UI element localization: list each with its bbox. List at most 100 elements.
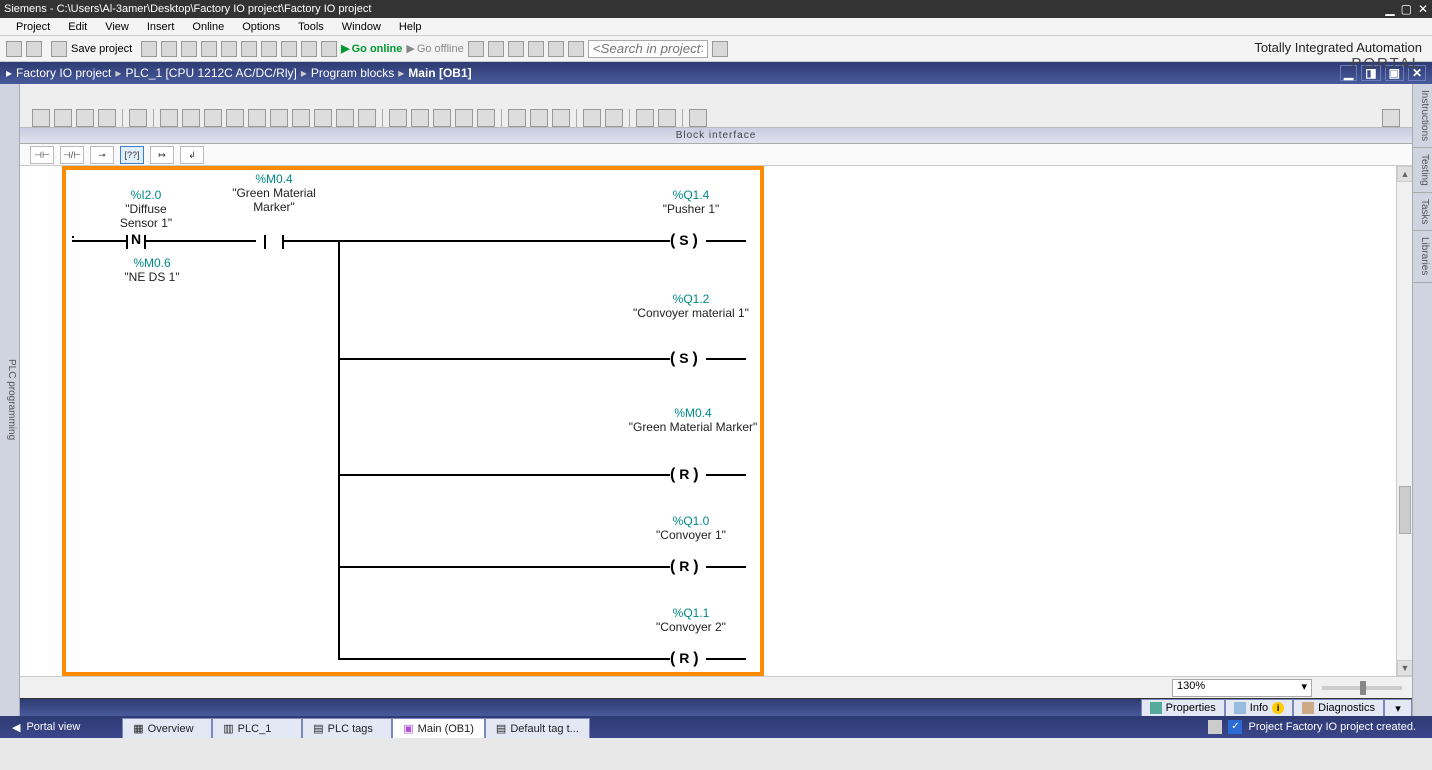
cross-icon[interactable] [528,41,544,57]
menu-options[interactable]: Options [234,18,288,35]
pt-icon[interactable] [32,109,50,127]
ladder-contact-no-icon[interactable]: ⊣⊢ [30,146,54,164]
go-offline-button[interactable]: ▶ Go offline [406,42,463,55]
crumb-collapse-icon[interactable]: ▸ [6,66,12,80]
ladder-contact-nc-icon[interactable]: ⊣/⊢ [60,146,84,164]
tab-collapse-button[interactable]: ▾ [1384,699,1412,716]
pt-icon[interactable] [358,109,376,127]
pt-icon[interactable] [689,109,707,127]
crumb-project[interactable]: Factory IO project [16,66,111,80]
bottom-tab-main[interactable]: ▣Main (OB1) [392,718,485,738]
menu-project[interactable]: Project [8,18,58,35]
zoom-slider[interactable] [1322,686,1402,690]
pt-icon[interactable] [389,109,407,127]
menu-view[interactable]: View [97,18,137,35]
pt-icon[interactable] [129,109,147,127]
ladder-canvas[interactable]: %I2.0 "Diffuse Sensor 1" N %M0.6 "NE DS … [20,166,1412,676]
ladder-emptybox-icon[interactable]: [??] [120,146,144,164]
menu-window[interactable]: Window [334,18,389,35]
ladder-contact-in1[interactable]: %I2.0 "Diffuse Sensor 1" [106,188,186,230]
pt-icon[interactable] [636,109,654,127]
run-icon[interactable] [508,41,524,57]
pt-icon[interactable] [182,109,200,127]
left-side-tab-plc-programming[interactable]: PLC programming [0,84,20,716]
pt-icon[interactable] [583,109,601,127]
maximize-icon[interactable]: ▢ [1401,0,1412,18]
undo-icon[interactable] [241,41,257,57]
scroll-up-icon[interactable]: ▲ [1397,166,1412,182]
zoom-select[interactable]: 130% ▾ [1172,679,1312,697]
paste-icon[interactable] [201,41,217,57]
pt-icon[interactable] [292,109,310,127]
menu-edit[interactable]: Edit [60,18,95,35]
menu-help[interactable]: Help [391,18,430,35]
search-input[interactable] [588,40,708,58]
pt-icon[interactable] [336,109,354,127]
pt-icon[interactable] [98,109,116,127]
pt-icon[interactable] [552,109,570,127]
pt-icon[interactable] [477,109,495,127]
bottom-tab-tags[interactable]: ▤PLC tags [302,718,392,738]
pt-icon[interactable] [76,109,94,127]
scroll-thumb[interactable] [1399,486,1411,534]
pt-icon[interactable] [433,109,451,127]
crumb-plc[interactable]: PLC_1 [CPU 1212C AC/DC/Rly] [125,66,296,80]
pt-icon-right[interactable] [1382,109,1400,127]
monitor-icon[interactable] [468,41,484,57]
ladder-coil-pusher1[interactable]: %Q1.4 "Pusher 1" [626,188,756,216]
crumb-main[interactable]: Main [OB1] [408,66,471,80]
vertical-scrollbar[interactable]: ▲ ▼ [1396,166,1412,676]
pt-icon[interactable] [160,109,178,127]
bottom-tab-defaulttag[interactable]: ▤Default tag t... [485,718,590,738]
menu-tools[interactable]: Tools [290,18,332,35]
bottom-tab-overview[interactable]: ▦Overview [122,718,212,738]
pt-icon[interactable] [204,109,222,127]
close-icon[interactable]: ✕ [1418,0,1428,18]
ladder-coil-icon[interactable]: ⊸ [90,146,114,164]
block-interface-header[interactable]: Block interface [20,128,1412,144]
side-tab-instructions[interactable]: Instructions [1413,84,1432,148]
ladder-coil-conv1[interactable]: %Q1.0 "Convoyer 1" [626,514,756,542]
menu-insert[interactable]: Insert [139,18,183,35]
redo-icon[interactable] [261,41,277,57]
open-icon[interactable] [26,41,42,57]
bottom-tab-plc1[interactable]: ▥PLC_1 [212,718,302,738]
side-tab-testing[interactable]: Testing [1413,148,1432,193]
download-icon[interactable] [301,41,317,57]
pt-icon[interactable] [54,109,72,127]
save-project-button[interactable]: Save project [46,39,137,59]
ladder-coil-green-marker[interactable]: %M0.4 "Green Material Marker" [618,406,768,434]
pt-icon[interactable] [270,109,288,127]
tab-info[interactable]: Infoi [1225,699,1293,716]
side-tab-tasks[interactable]: Tasks [1413,193,1432,232]
pt-icon[interactable] [226,109,244,127]
upload-icon[interactable] [321,41,337,57]
ladder-coil-conv-mat1[interactable]: %Q1.2 "Convoyer material 1" [626,292,756,320]
pt-icon[interactable] [455,109,473,127]
menu-online[interactable]: Online [184,18,232,35]
split-v-icon[interactable] [568,41,584,57]
stop-icon[interactable] [488,41,504,57]
delete-icon[interactable] [221,41,237,57]
ladder-coil-conv2[interactable]: %Q1.1 "Convoyer 2" [626,606,756,634]
ladder-contact-in2[interactable]: %M0.4 "Green Material Marker" [224,172,324,214]
split-h-icon[interactable] [548,41,564,57]
search-icon[interactable] [712,41,728,57]
ladder-branch-open-icon[interactable]: ↦ [150,146,174,164]
tab-properties[interactable]: Properties [1141,699,1225,716]
crumb-blocks[interactable]: Program blocks [311,66,394,80]
pt-icon[interactable] [530,109,548,127]
zoom-slider-knob[interactable] [1360,681,1366,695]
pt-icon[interactable] [248,109,266,127]
portal-view-button[interactable]: ◀ Portal view [0,721,92,734]
minimize-icon[interactable]: ▁ [1385,0,1394,18]
side-tab-libraries[interactable]: Libraries [1413,231,1432,282]
print-icon[interactable] [141,41,157,57]
pt-icon[interactable] [411,109,429,127]
cut-icon[interactable] [161,41,177,57]
new-icon[interactable] [6,41,22,57]
pt-icon[interactable] [605,109,623,127]
scroll-down-icon[interactable]: ▼ [1397,660,1412,676]
go-online-button[interactable]: ▶ Go online [341,42,402,55]
pt-icon[interactable] [314,109,332,127]
